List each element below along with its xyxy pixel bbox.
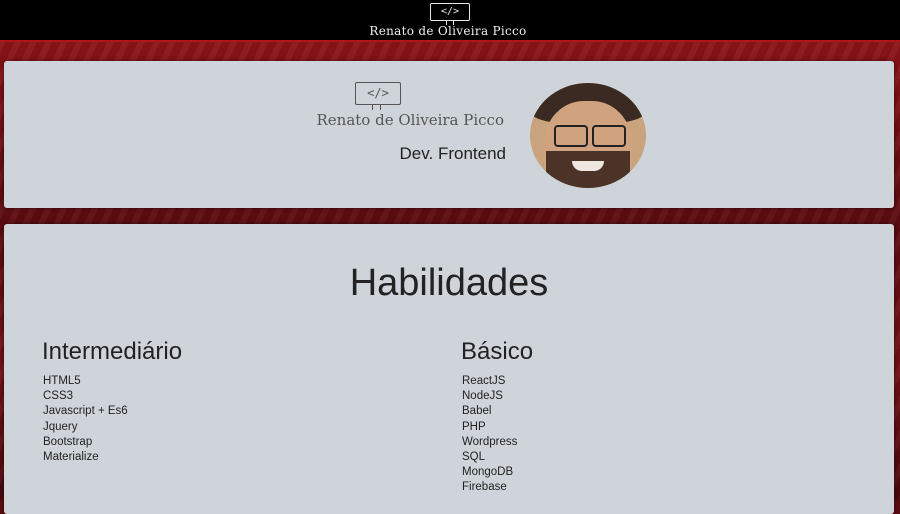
skills-column-basic: Básico ReactJS NodeJS Babel PHP Wordpres… (461, 338, 533, 496)
monitor-stand-icon (372, 105, 381, 110)
skill-item: MongoDB (462, 466, 514, 479)
skill-item: HTML5 (43, 375, 81, 387)
skill-item: Babel (462, 405, 492, 418)
skill-item: CSS3 (43, 390, 74, 403)
profile-role: Dev. Frontend (399, 144, 506, 163)
skill-item: Firebase (462, 481, 507, 494)
skills-heading-basic: Básico (461, 338, 534, 365)
code-monitor-logo-icon[interactable]: </> (430, 3, 470, 21)
skills-column-intermediate: Intermediário HTML5 CSS3 Javascript + Es… (42, 338, 182, 465)
skill-item: Wordpress (462, 435, 518, 448)
skills-card: Habilidades Intermediário HTML5 CSS3 Jav… (4, 224, 894, 514)
avatar-smile (572, 161, 604, 171)
profile-card: </> Renato de Oliveira Picco Dev. Fronte… (4, 61, 894, 208)
skills-title: Habilidades (349, 262, 549, 304)
avatar (530, 83, 646, 188)
skills-list-basic: ReactJS NodeJS Babel PHP Wordpress SQL M… (461, 374, 533, 496)
profile-name: Renato de Oliveira Picco (316, 111, 505, 129)
avatar-glasses-left (554, 125, 588, 147)
skill-item: Jquery (43, 420, 78, 433)
top-header: </> Renato de Oliveira Picco (0, 0, 900, 42)
code-monitor-logo-icon: </> (355, 82, 401, 105)
skill-item: Javascript + Es6 (43, 405, 128, 418)
skill-item: ReactJS (462, 375, 506, 387)
skill-item: PHP (462, 420, 486, 433)
skills-list-intermediate: HTML5 CSS3 Javascript + Es6 Jquery Boots… (42, 374, 182, 465)
skill-item: Materialize (43, 450, 99, 463)
skills-heading-intermediate: Intermediário (42, 338, 183, 365)
site-title[interactable]: Renato de Oliveira Picco (0, 24, 896, 38)
skill-item: NodeJS (462, 390, 503, 403)
avatar-glasses-right (592, 125, 626, 147)
skill-item: SQL (462, 450, 486, 463)
skill-item: Bootstrap (43, 435, 93, 448)
